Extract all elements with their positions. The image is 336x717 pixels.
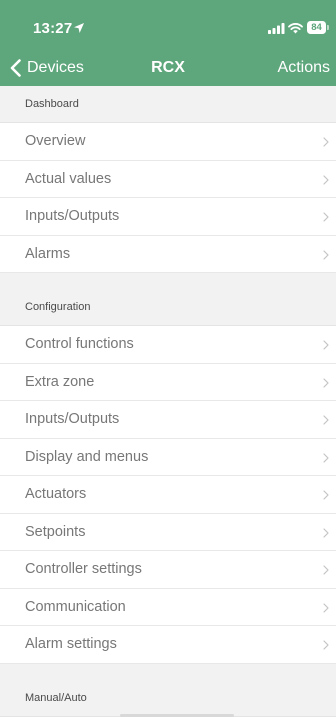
list-item[interactable]: Extra zone bbox=[0, 363, 336, 401]
list-item[interactable]: Controller settings bbox=[0, 551, 336, 589]
list-item-label: Overview bbox=[25, 133, 86, 149]
section-gap bbox=[0, 663, 336, 680]
list-item[interactable]: Overview bbox=[0, 123, 336, 161]
list-item[interactable]: Actuators bbox=[0, 476, 336, 514]
battery-cap bbox=[327, 25, 329, 30]
list-item-label: Actuators bbox=[25, 486, 87, 502]
list-item[interactable]: Inputs/Outputs bbox=[0, 401, 336, 439]
actions-button[interactable]: Actions bbox=[278, 59, 330, 77]
location-arrow-icon bbox=[74, 23, 84, 33]
list-item[interactable]: Alarms bbox=[0, 235, 336, 273]
status-time: 13:27 bbox=[33, 20, 73, 37]
navigation-bar: Devices RCX Actions bbox=[0, 50, 336, 86]
list-item[interactable]: Control functions bbox=[0, 326, 336, 364]
list-item-label: Controller settings bbox=[25, 561, 142, 577]
settings-list: Dashboard Overview Actual values Inputs/Out… bbox=[0, 86, 336, 717]
list-item-label: Extra zone bbox=[25, 373, 95, 390]
page-title: RCX bbox=[151, 59, 185, 76]
chevron-right-icon bbox=[323, 174, 329, 185]
back-button[interactable]: Devices bbox=[10, 54, 84, 82]
list-item[interactable]: Setpoints bbox=[0, 513, 336, 551]
list-item[interactable]: Inputs/Outputs bbox=[0, 198, 336, 236]
list-item-label: Setpoints bbox=[25, 523, 86, 540]
list-item-label: Alarms bbox=[25, 245, 71, 262]
list-item[interactable]: Communication bbox=[0, 588, 336, 626]
chevron-right-icon bbox=[323, 377, 329, 388]
list-item[interactable]: Actual values bbox=[0, 160, 336, 198]
cellular-signal-icon bbox=[268, 23, 285, 34]
chevron-left-icon bbox=[10, 59, 21, 77]
wifi-icon bbox=[288, 23, 303, 34]
list-item[interactable]: Alarm settings bbox=[0, 626, 336, 664]
list-item-label: Alarm settings bbox=[25, 636, 117, 652]
chevron-right-icon bbox=[323, 490, 329, 500]
list-item-label: Actual values bbox=[25, 170, 112, 187]
back-label: Devices bbox=[27, 59, 84, 76]
list-item-label: Display and menus bbox=[25, 448, 149, 465]
status-bar: 13:27 84 bbox=[0, 0, 336, 50]
chevron-right-icon bbox=[323, 565, 329, 575]
section-header: Manual/Auto bbox=[0, 679, 336, 717]
chevron-right-icon bbox=[323, 249, 329, 260]
section-gap bbox=[0, 273, 336, 289]
chevron-right-icon bbox=[323, 527, 329, 538]
chevron-right-icon bbox=[323, 212, 329, 222]
chevron-right-icon bbox=[323, 602, 329, 613]
list-item-label: Inputs/Outputs bbox=[25, 208, 120, 224]
chevron-right-icon bbox=[323, 640, 329, 650]
list-item[interactable]: Display and menus bbox=[0, 438, 336, 476]
battery-level: 84 bbox=[311, 22, 322, 33]
app-header: 13:27 84 Devices RCX Actions bbox=[0, 0, 336, 86]
chevron-right-icon bbox=[323, 452, 329, 463]
list-item-label: Communication bbox=[25, 598, 126, 615]
list-item-label: Inputs/Outputs bbox=[25, 411, 120, 427]
battery-icon: 84 bbox=[307, 21, 329, 34]
chevron-right-icon bbox=[323, 415, 329, 425]
list-item-label: Control functions bbox=[25, 336, 134, 352]
chevron-right-icon bbox=[323, 340, 329, 350]
chevron-right-icon bbox=[323, 137, 329, 147]
section-header: Dashboard bbox=[0, 86, 336, 123]
section-header: Configuration bbox=[0, 289, 336, 326]
